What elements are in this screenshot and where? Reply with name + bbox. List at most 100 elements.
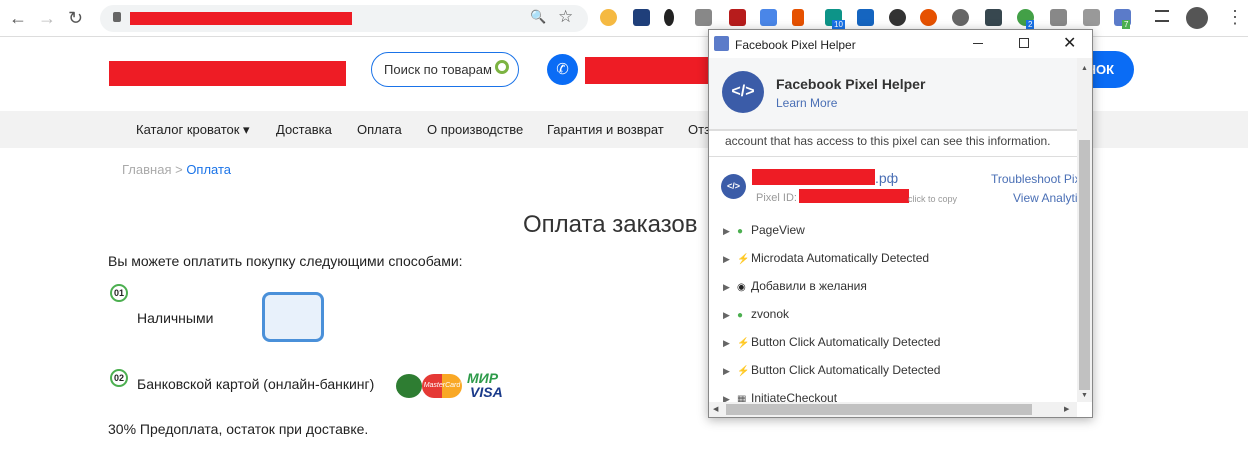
expand-icon[interactable]: ▶ xyxy=(723,338,737,349)
method-cash: Наличными xyxy=(137,310,214,326)
scroll-left-icon[interactable]: ◀ xyxy=(713,405,718,413)
nav-warranty[interactable]: Гарантия и возврат xyxy=(547,122,664,137)
extension-icon[interactable] xyxy=(920,9,937,26)
forward-button[interactable]: → xyxy=(38,8,56,29)
event-name: Microdata Automatically Detected xyxy=(751,251,930,265)
pixel-id-label: Pixel ID: xyxy=(756,192,797,204)
divider xyxy=(709,156,1077,157)
event-row[interactable]: ▶ ◉ Добавили в желания xyxy=(723,279,867,293)
minimize-button[interactable] xyxy=(973,43,983,44)
scroll-thumb[interactable] xyxy=(1079,140,1090,390)
nav-production[interactable]: О производстве xyxy=(427,122,523,137)
extension-badge: 10 xyxy=(832,20,845,29)
app-name: Facebook Pixel Helper xyxy=(776,76,926,92)
event-row[interactable]: ▶ ● PageView xyxy=(723,223,805,237)
pixel-helper-icon xyxy=(714,36,729,51)
wordpress-icon[interactable] xyxy=(952,9,969,26)
learn-more-link[interactable]: Learn More xyxy=(776,96,837,110)
event-name: PageView xyxy=(751,223,805,237)
avatar[interactable] xyxy=(1186,7,1208,29)
window-title: Facebook Pixel Helper xyxy=(735,38,856,52)
scroll-thumb[interactable] xyxy=(726,404,1032,415)
extension-icon[interactable] xyxy=(1083,9,1100,26)
event-row[interactable]: ▶ ⚡ Microdata Automatically Detected xyxy=(723,251,929,265)
site-logo-redacted xyxy=(109,61,346,86)
step-number: 01 xyxy=(110,284,128,302)
view-analytics-link[interactable]: View Analytics xyxy=(949,191,1077,205)
extension-icon[interactable] xyxy=(695,9,712,26)
bookmark-star-icon[interactable]: ☆ xyxy=(558,7,573,27)
nav-delivery[interactable]: Доставка xyxy=(276,122,332,137)
lock-icon xyxy=(113,12,121,22)
event-name: Button Click Automatically Detected xyxy=(751,335,941,349)
pixel-helper-logo: </> xyxy=(722,71,764,113)
breadcrumb-current[interactable]: Оплата xyxy=(186,162,231,177)
check-icon: ● xyxy=(737,226,744,237)
event-name: zvonok xyxy=(751,307,790,321)
maximize-button[interactable] xyxy=(1019,38,1029,48)
bolt-icon: ⚡ xyxy=(737,366,750,377)
close-button[interactable]: ✕ xyxy=(1063,33,1076,53)
pixel-icon: </> xyxy=(721,174,746,199)
event-row[interactable]: ▶ ⚡ Button Click Automatically Detected xyxy=(723,363,940,377)
reload-button[interactable]: ↻ xyxy=(68,8,83,29)
vertical-scrollbar[interactable]: ▲ ▼ xyxy=(1077,58,1092,402)
troubleshoot-link[interactable]: Troubleshoot Pixel xyxy=(949,172,1077,186)
popup-header: </> Facebook Pixel Helper Learn More xyxy=(709,58,1077,131)
scroll-down-icon[interactable]: ▼ xyxy=(1081,392,1088,399)
event-name: Button Click Automatically Detected xyxy=(751,363,941,377)
expand-icon[interactable]: ▶ xyxy=(723,226,737,237)
expand-icon[interactable]: ▶ xyxy=(723,254,737,265)
breadcrumb-home[interactable]: Главная xyxy=(122,162,171,177)
expand-icon[interactable]: ▶ xyxy=(723,282,737,293)
circle-icon: ◉ xyxy=(737,282,746,293)
breadcrumb: Главная > Оплата xyxy=(122,162,231,177)
scroll-up-icon[interactable]: ▲ xyxy=(1081,65,1088,72)
translate-icon[interactable] xyxy=(760,9,777,26)
pixel-helper-popup: Facebook Pixel Helper ✕ </> Facebook Pix… xyxy=(708,29,1093,418)
address-bar[interactable]: 🔍 ☆ xyxy=(100,5,588,32)
popup-titlebar: Facebook Pixel Helper ✕ xyxy=(709,30,1092,58)
extension-icon[interactable] xyxy=(633,9,650,26)
prepayment-note: 30% Предоплата, остаток при доставке. xyxy=(108,421,369,437)
event-row[interactable]: ▶ ⚡ Button Click Automatically Detected xyxy=(723,335,940,349)
sberbank-icon xyxy=(396,374,422,398)
back-button[interactable]: ← xyxy=(9,8,27,29)
info-text: account that has access to this pixel ca… xyxy=(725,134,1051,148)
expand-icon[interactable]: ▶ xyxy=(723,310,737,321)
search-input[interactable]: Поиск по товарам xyxy=(371,52,519,87)
page-title: Оплата заказов xyxy=(523,211,698,238)
event-name: Добавили в желания xyxy=(751,279,867,293)
bolt-icon: ⚡ xyxy=(737,338,750,349)
wallet-icon xyxy=(262,292,324,342)
nav-catalog[interactable]: Каталог кроваток ▾ xyxy=(136,122,250,138)
nav-payment[interactable]: Оплата xyxy=(357,122,402,137)
mastercard-logo: MasterCard xyxy=(422,374,462,398)
zoom-icon[interactable]: 🔍 xyxy=(530,9,546,25)
phone-icon: ✆ xyxy=(547,54,578,85)
extension-icon[interactable] xyxy=(985,9,1002,26)
scroll-right-icon[interactable]: ▶ xyxy=(1064,405,1069,413)
nav-reviews[interactable]: Отз xyxy=(688,122,710,137)
extension-icon[interactable] xyxy=(889,9,906,26)
search-icon[interactable] xyxy=(495,60,509,74)
pixel-id-redacted[interactable] xyxy=(799,189,909,203)
domain-redacted xyxy=(752,169,875,185)
breadcrumb-sep: > xyxy=(171,162,187,177)
extension-icon[interactable] xyxy=(600,9,617,26)
extension-icon[interactable] xyxy=(792,9,804,26)
expand-icon[interactable]: ▶ xyxy=(723,366,737,377)
visa-logo: VISA xyxy=(470,384,503,400)
event-row[interactable]: ▶ ● zvonok xyxy=(723,307,789,321)
url-redacted xyxy=(130,12,352,25)
bolt-icon: ⚡ xyxy=(737,254,750,265)
extension-icon[interactable] xyxy=(729,9,746,26)
horizontal-scrollbar[interactable]: ◀ ▶ xyxy=(709,402,1077,417)
step-number: 02 xyxy=(110,369,128,387)
extension-badge: 7 xyxy=(1122,20,1131,29)
sound-icon[interactable] xyxy=(664,9,674,26)
menu-icon[interactable]: ⋮ xyxy=(1226,7,1244,28)
extension-icon[interactable] xyxy=(857,9,874,26)
media-icon[interactable] xyxy=(1155,10,1169,22)
extension-icon[interactable] xyxy=(1050,9,1067,26)
